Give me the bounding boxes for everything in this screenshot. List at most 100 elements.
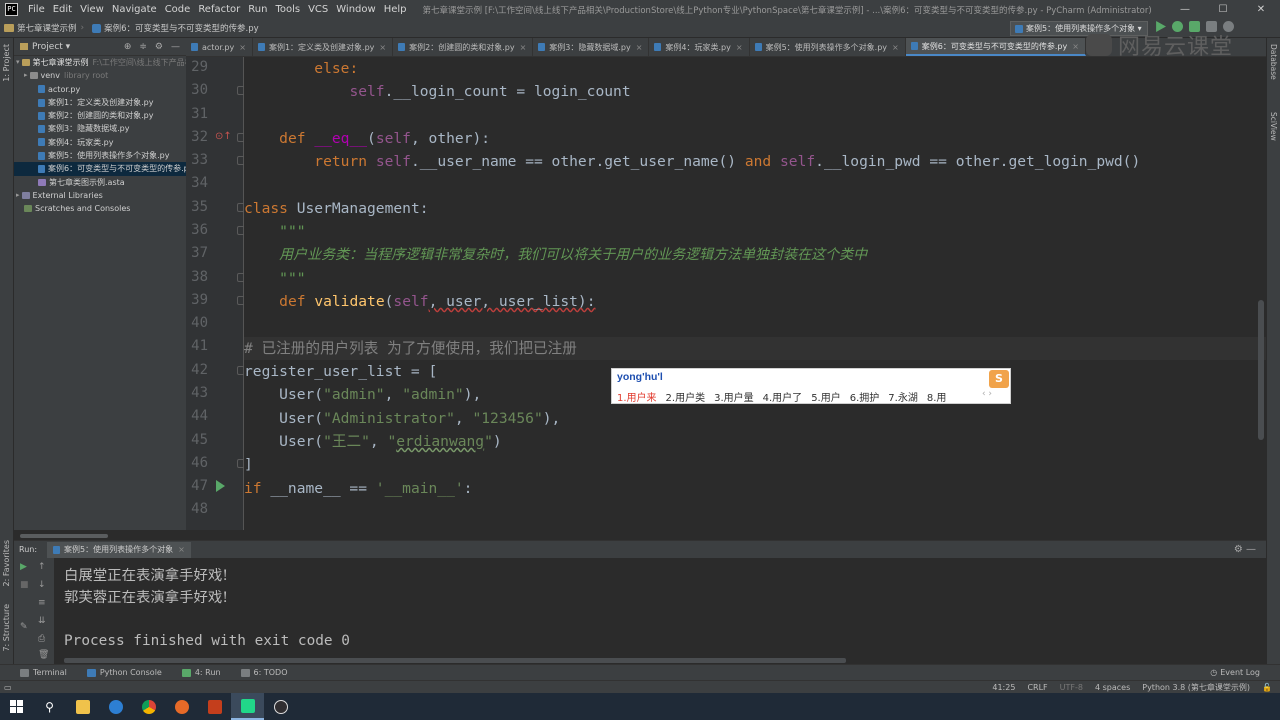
tree-file[interactable]: 案例4：玩家类.py [14,136,186,149]
ime-candidate[interactable]: 2.用户类 [666,389,706,404]
menu-view[interactable]: View [76,4,108,15]
scroll-up-icon[interactable]: ↑ [38,562,46,572]
structure-tool-tab[interactable]: 7: Structure [2,604,11,652]
tab-actor[interactable]: actor.py × [186,38,253,56]
close-icon[interactable]: × [636,43,643,52]
tab-case4[interactable]: 案例4：玩家类.py × [649,38,750,56]
stop-icon[interactable]: ■ [20,580,29,590]
ime-page-arrows[interactable]: ‹ › [982,389,992,399]
tree-root[interactable]: ▾ 第七章课堂示例 F:\工作空间\线上线下产品相 [14,56,186,69]
gear-icon[interactable]: ⚙ — [1234,544,1256,555]
tab-case2[interactable]: 案例2：创建圆的类和对象.py × [393,38,534,56]
chevron-right-icon[interactable]: ▸ [24,69,28,82]
indent-setting[interactable]: 4 spaces [1095,683,1130,692]
override-marker-icon[interactable]: ⊙↑ [215,131,232,142]
close-icon[interactable]: × [178,545,185,554]
close-icon[interactable]: × [736,43,743,52]
collapse-icon[interactable]: ≑ [139,42,147,52]
minimize-button[interactable]: — [1166,4,1204,15]
event-log-button[interactable]: ◷ Event Log [1210,668,1260,677]
print-icon[interactable]: ⎙ [38,634,45,644]
close-button[interactable]: ✕ [1242,4,1280,15]
menu-refactor[interactable]: Refactor [194,4,244,15]
close-icon[interactable]: × [520,43,527,52]
tab-case6[interactable]: 案例6：可变类型与不可变类型的传参.py × [905,38,1086,56]
sciview-tool-tab[interactable]: SciView [1269,112,1278,141]
lock-icon[interactable]: 🔓 [1262,683,1272,692]
menu-run[interactable]: Run [244,4,271,15]
taskbar-powerpoint[interactable] [198,693,231,720]
chevron-down-icon[interactable]: ▾ [16,56,20,69]
menu-window[interactable]: Window [332,4,379,15]
close-icon[interactable]: × [892,43,899,52]
ime-candidate[interactable]: 1.用户来 [617,389,657,404]
close-icon[interactable]: × [1072,42,1079,51]
line-separator[interactable]: CRLF [1027,683,1047,692]
ime-candidate[interactable]: 5.用户 [811,389,841,404]
menu-navigate[interactable]: Navigate [108,4,161,15]
tree-file[interactable]: 案例3：隐藏数据域.py [14,122,186,135]
taskbar-pycharm[interactable] [231,693,264,720]
project-view-select[interactable]: Project ▾ [32,42,70,52]
python-interpreter[interactable]: Python 3.8 (第七章课堂示例) [1142,682,1250,693]
rerun-icon[interactable]: ▶ [20,562,27,572]
tree-file-selected[interactable]: 案例6：可变类型与不可变类型的传参.py [14,162,186,176]
tab-case1[interactable]: 案例1：定义类及创建对象.py × [253,38,394,56]
run-gutter-icon[interactable] [216,480,225,492]
soft-wrap-icon[interactable]: ≡ [38,598,46,608]
ime-candidate[interactable]: 3.用户量 [714,389,754,404]
tab-case5[interactable]: 案例5：使用列表操作多个对象.py × [750,38,906,56]
taskbar-firefox[interactable] [165,693,198,720]
locate-icon[interactable]: ⊕ [124,42,132,52]
menu-file[interactable]: File [24,4,49,15]
tree-file[interactable]: 第七章类图示例.asta [14,176,186,189]
file-encoding[interactable]: UTF-8 [1060,683,1083,692]
ime-candidate[interactable]: 6.拥护 [850,389,880,404]
tree-venv[interactable]: ▸ venv library root [14,69,186,82]
run-console[interactable]: 白展堂正在表演拿手好戏! 郭芙蓉正在表演拿手好戏! Process finish… [54,558,1266,664]
ime-candidate[interactable]: 7.永湖 [888,389,918,404]
taskbar-chrome[interactable] [132,693,165,720]
layout-icon[interactable]: ▭ [4,683,12,692]
chevron-right-icon[interactable]: ▸ [16,189,20,202]
gear-icon[interactable]: ⚙ [155,42,163,52]
ime-candidate[interactable]: 8.用 [927,389,947,404]
pin-icon[interactable]: ✎ [20,622,28,632]
menu-help[interactable]: Help [380,4,411,15]
run-tab[interactable]: 案例5：使用列表操作多个对象 × [47,541,191,558]
project-tool-tab[interactable]: 1: Project [2,44,11,82]
trash-icon[interactable]: 🗑 [38,650,49,660]
menu-tools[interactable]: Tools [271,4,304,15]
favorites-tool-tab[interactable]: 2: Favorites [2,540,11,586]
menu-code[interactable]: Code [161,4,195,15]
taskbar-obs[interactable] [264,693,297,720]
tree-external-libraries[interactable]: ▸ External Libraries [14,189,186,202]
todo-tool-button[interactable]: 6: TODO [240,668,287,677]
console-horizontal-scrollbar[interactable] [64,658,846,663]
menu-edit[interactable]: Edit [49,4,76,15]
tree-file[interactable]: 案例2：创建圆的类和对象.py [14,109,186,122]
tree-file[interactable]: 案例5：使用列表操作多个对象.py [14,149,186,162]
hide-icon[interactable]: — [171,42,180,52]
terminal-tool-button[interactable]: Terminal [20,668,67,677]
close-icon[interactable]: × [379,43,386,52]
breadcrumb-project[interactable]: 第七章课堂示例 [0,22,77,34]
maximize-button[interactable]: ☐ [1204,4,1242,15]
menu-vcs[interactable]: VCS [304,4,332,15]
ime-candidate[interactable]: 4.用户了 [763,389,803,404]
breadcrumb-file[interactable]: 案例6：可变类型与不可变类型的传参.py [88,22,259,34]
tab-case3[interactable]: 案例3：隐藏数据域.py × [533,38,650,56]
scroll-to-end-icon[interactable]: ⇊ [38,616,46,626]
tree-file[interactable]: actor.py [14,83,186,96]
scroll-down-icon[interactable]: ↓ [38,580,46,590]
python-console-tool-button[interactable]: Python Console [86,668,162,677]
close-icon[interactable]: × [239,43,246,52]
code-editor[interactable]: else: self.__login_count = login_count d… [244,57,1266,530]
database-tool-tab[interactable]: Database [1269,44,1278,80]
start-button[interactable] [0,693,33,720]
taskbar-file-explorer[interactable] [66,693,99,720]
editor-vertical-scrollbar[interactable] [1258,300,1264,440]
caret-position[interactable]: 41:25 [992,683,1015,692]
tree-scratches[interactable]: Scratches and Consoles [14,202,186,215]
taskbar-edge[interactable] [99,693,132,720]
